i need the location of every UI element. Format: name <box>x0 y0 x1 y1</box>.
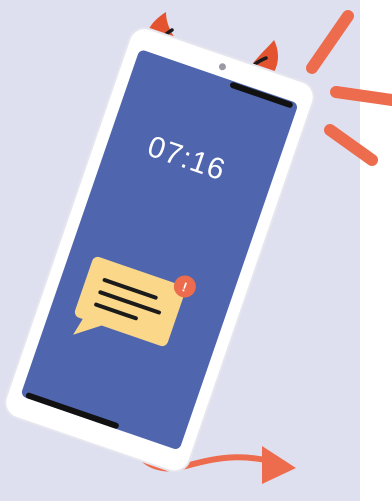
phone-illustration: 07:16 ! <box>4 10 392 484</box>
tail-arrowhead <box>262 446 296 484</box>
alarm-lines <box>306 10 392 166</box>
alarm-line-middle <box>330 86 392 106</box>
alarm-line-top <box>306 10 354 74</box>
illustration-scene: 07:16 ! <box>0 0 392 501</box>
alarm-line-bottom <box>324 124 378 166</box>
phone: 07:16 ! <box>4 27 315 473</box>
